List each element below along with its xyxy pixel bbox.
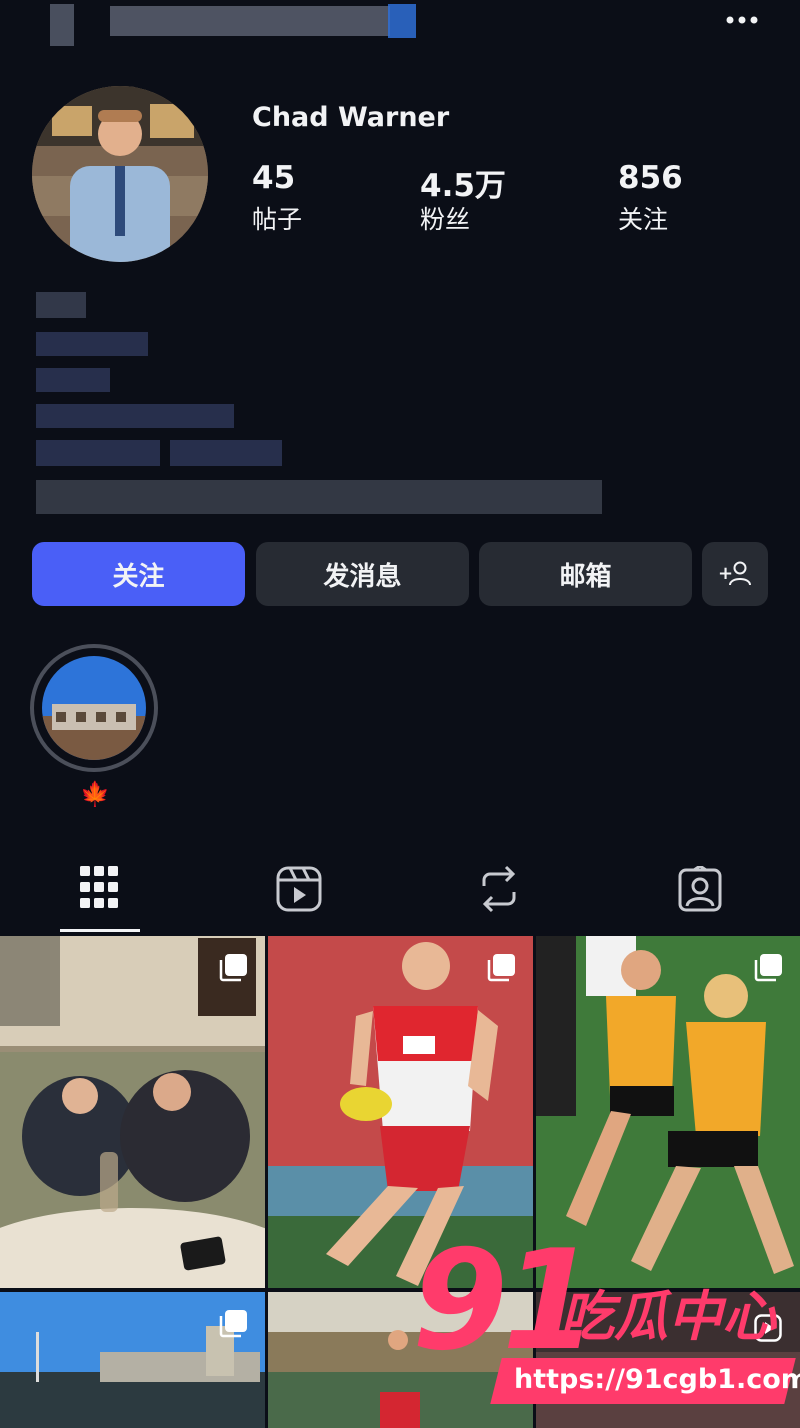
stat-followers-value: 4.5万 [420,168,506,204]
email-button[interactable]: 邮箱 [479,542,692,606]
post-tile-dinner[interactable] [0,936,265,1288]
avatar[interactable] [32,86,208,262]
bio-line [36,332,148,356]
highlight-label: 🍁 [80,780,110,808]
bio-line [36,404,234,428]
stat-following-label: 关注 [618,205,669,234]
add-user-button[interactable]: + [702,542,768,606]
bio-link [36,480,602,514]
bio-line [36,368,110,392]
bio-line [36,440,160,466]
tab-active-indicator [60,929,140,932]
add-user-icon: + [718,561,751,586]
stat-followers-label: 粉丝 [420,205,471,234]
stat-following-value: 856 [618,160,683,196]
multi-post-icon [219,1310,247,1338]
blurred-username [110,6,390,36]
post-tile-stadium[interactable] [0,1292,265,1428]
follow-button[interactable]: 关注 [32,542,245,606]
bio-line [170,440,282,466]
stat-posts-value: 45 [252,160,296,196]
story-highlight[interactable] [30,644,158,772]
tagged-icon [678,864,722,912]
more-dots-icon[interactable] [724,12,764,26]
profile-name: Chad Warner [252,102,450,133]
highlight-cover [42,656,146,760]
watermark-title: 吃瓜中心 [560,1285,776,1348]
multi-post-icon [754,954,782,982]
stat-posts-label: 帖子 [252,205,303,234]
grid-icon [80,866,118,908]
tab-reels[interactable] [276,866,322,912]
watermark-url: https://91cgb1.com [514,1364,800,1395]
message-button[interactable]: 发消息 [256,542,469,606]
reels-icon [276,866,322,912]
svg-text:+: + [718,563,733,584]
tab-grid[interactable] [60,860,140,932]
back-icon[interactable] [50,4,74,46]
repost-icon [482,865,516,913]
tab-reposts[interactable] [478,864,520,914]
tab-tagged[interactable] [678,864,722,912]
multi-post-icon [219,954,247,982]
verified-badge-icon [388,4,416,38]
bio-line [36,292,86,318]
multi-post-icon [487,954,515,982]
